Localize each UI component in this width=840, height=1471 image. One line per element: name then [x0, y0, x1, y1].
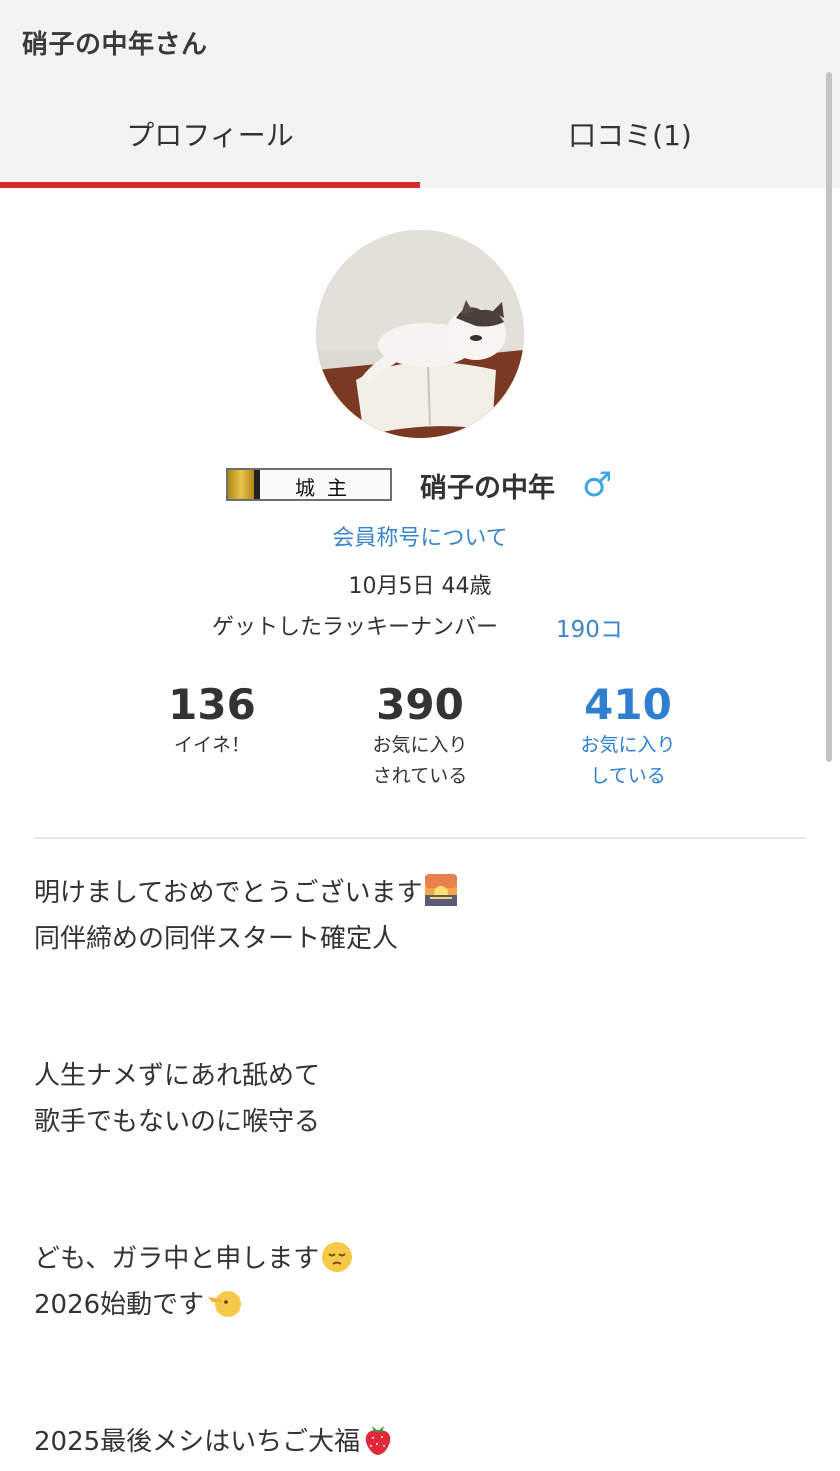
strawberry-emoji-icon	[362, 1422, 394, 1471]
sunrise-emoji-icon	[424, 873, 458, 922]
avatar[interactable]	[316, 230, 524, 438]
scrollbar[interactable]	[826, 72, 832, 762]
stat-favorites-label-2[interactable]: している	[528, 761, 728, 792]
bio-line: 人生ナメずにあれ舐めて	[34, 1061, 321, 1091]
user-name: 硝子の中年	[420, 473, 555, 504]
member-title-link[interactable]: 会員称号について	[0, 520, 840, 552]
stat-favorited-by-label-2: されている	[372, 765, 468, 787]
bio-line: 2026始動です	[34, 1282, 814, 1328]
bio-line: 明けましておめでとうございます	[34, 870, 814, 916]
lucky-number-label: ゲットしたラッキーナンバー	[212, 615, 499, 640]
cat-avatar-icon	[316, 230, 524, 438]
bio-line: 同伴締めの同伴スタート確定人	[34, 924, 399, 954]
birthday-age: 10月5日 44歳	[348, 574, 492, 599]
stat-likes-value: 136	[168, 680, 256, 729]
stat-favorited-by-label-1: お気に入り	[372, 734, 468, 756]
header-bar: 硝子の中年さん プロフィール 口コミ(1)	[0, 0, 840, 188]
stat-favorites-value[interactable]: 410	[528, 680, 728, 730]
stat-favorites-label-1[interactable]: お気に入り	[528, 730, 728, 761]
bio-line: 歌手でもないのに喉守る	[34, 1107, 321, 1137]
active-tab-indicator	[0, 182, 420, 188]
rank-badge-text: 城主	[295, 476, 359, 500]
stat-likes-label: イイネ！	[173, 734, 250, 756]
bio-line: ども、ガラ中と申します	[34, 1236, 814, 1282]
rank-badge: 城主	[226, 468, 392, 501]
stat-favorites[interactable]: 410 お気に入り している	[528, 680, 728, 792]
page-title: 硝子の中年さん	[22, 30, 208, 60]
pensive-face-emoji-icon	[321, 1241, 353, 1288]
divider	[34, 837, 806, 839]
tab-profile[interactable]: プロフィール	[0, 88, 420, 188]
stat-likes: 136 イイネ！	[112, 680, 312, 761]
stat-favorited-by-value: 390	[376, 680, 464, 729]
bio-text: 明けましておめでとうございます 同伴締めの同伴スタート確定人 人生ナメずにあれ舐…	[34, 870, 814, 1465]
tab-reviews[interactable]: 口コミ(1)	[420, 88, 840, 188]
bio-line: 2025最後メシはいちご大福	[34, 1419, 814, 1465]
lucky-number-count[interactable]: 190コ	[556, 610, 623, 644]
pointing-face-emoji-icon	[206, 1287, 242, 1334]
stat-favorited-by: 390 お気に入り されている	[320, 680, 520, 792]
male-gender-icon: ♂	[582, 465, 613, 505]
